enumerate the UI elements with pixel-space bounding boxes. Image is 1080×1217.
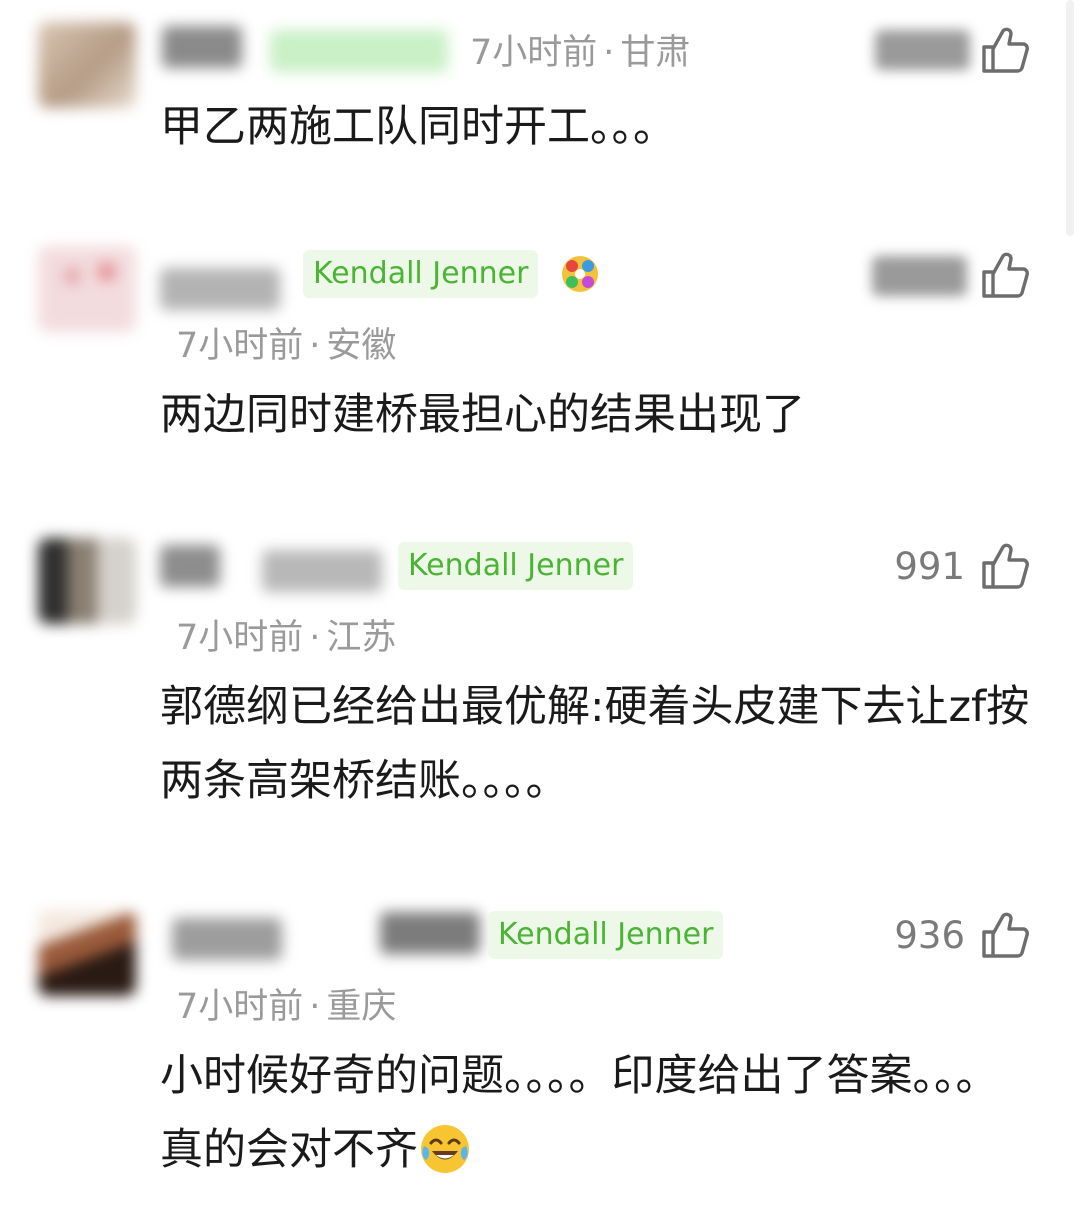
comment-location: 江苏 [326, 618, 397, 658]
comment-time: 7小时前 [470, 33, 598, 73]
comment-text: 小时候好奇的问题。。。。印度给出了答案。。。真的会对不齐 [160, 1039, 1040, 1187]
username-blurred[interactable] [160, 268, 280, 310]
thumbs-up-icon[interactable] [980, 250, 1030, 300]
username-blurred[interactable] [162, 26, 242, 68]
like-count: 991 [894, 545, 965, 588]
badge-blurred [270, 30, 448, 72]
tears-of-joy-emoji-icon [418, 1122, 472, 1176]
comment-location: 重庆 [326, 987, 397, 1027]
comment-time: 7小时前 [176, 618, 304, 658]
username-blurred-2 [262, 550, 382, 592]
comment-meta: 7小时前 · 甘肃 [470, 31, 690, 75]
username-blurred[interactable] [160, 545, 220, 587]
fan-badge: Kendall Jenner [488, 911, 724, 959]
avatar[interactable] [38, 22, 136, 108]
flower-emblem-icon [560, 254, 600, 294]
comment-time: 7小时前 [176, 326, 304, 366]
thumbs-up-icon[interactable] [980, 910, 1030, 960]
avatar[interactable] [38, 910, 136, 996]
username-blurred-2 [380, 912, 480, 954]
comment-text-body: 小时候好奇的问题。。。。印度给出了答案。。。真的会对不齐 [160, 1051, 999, 1175]
comment-text: 甲乙两施工队同时开工。。。 [160, 102, 676, 152]
meta-separator: · [309, 618, 321, 658]
comment-text: 郭德纲已经给出最优解:硬着头皮建下去让zf按两条高架桥结账。。。。 [160, 682, 1030, 806]
meta-separator: · [603, 33, 615, 73]
like-count-blurred [872, 256, 967, 296]
comment-meta: 7小时前 · 江苏 [176, 616, 396, 660]
fan-badge: Kendall Jenner [303, 250, 539, 298]
comment-list: 7小时前 · 甘肃 甲乙两施工队同时开工。。。 Kendall Jenner 7… [0, 0, 1080, 1217]
like-count-blurred [875, 30, 970, 70]
thumbs-up-icon[interactable] [980, 25, 1030, 75]
meta-separator: · [309, 326, 321, 366]
avatar[interactable] [38, 538, 136, 624]
comment-time: 7小时前 [176, 987, 304, 1027]
username-blurred[interactable] [172, 918, 282, 960]
comment-meta: 7小时前 · 安徽 [176, 324, 396, 368]
fan-badge: Kendall Jenner [398, 542, 634, 590]
comment-text: 两边同时建桥最担心的结果出现了 [160, 390, 805, 440]
thumbs-up-icon[interactable] [980, 541, 1030, 591]
scrollbar[interactable] [1066, 0, 1074, 236]
comment-location: 甘肃 [620, 33, 691, 73]
meta-separator: · [309, 987, 321, 1027]
comment-meta: 7小时前 · 重庆 [176, 985, 396, 1029]
like-count: 936 [894, 914, 965, 957]
avatar[interactable] [38, 246, 136, 332]
comment-location: 安徽 [326, 326, 397, 366]
